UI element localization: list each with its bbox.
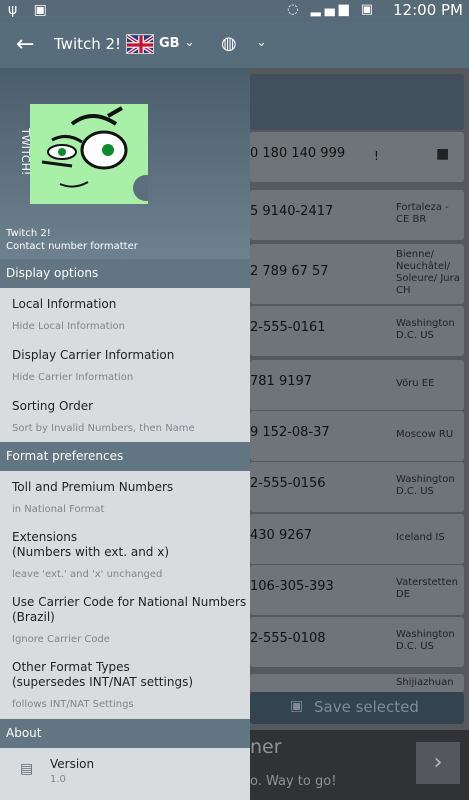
- menu-item-extensions[interactable]: Extensions (Numbers with ext. and x) lea…: [0, 523, 250, 588]
- app-logo: TWITCH!: [12, 102, 159, 204]
- phone-number: 781 9197: [250, 374, 313, 389]
- phone-number: 0 180 140 999: [250, 146, 346, 161]
- location-label: Iceland IS: [396, 532, 445, 543]
- menu-item-toll-premium[interactable]: Toll and Premium Numbers in National For…: [0, 472, 250, 523]
- chevron-down-icon[interactable]: ⌄: [256, 35, 267, 50]
- app-subtitle: Contact number formatter: [6, 241, 138, 252]
- globe-icon[interactable]: ◍: [221, 33, 237, 54]
- usb-icon: ψ ▣: [8, 2, 53, 18]
- list-item[interactable]: 0 180 140 999! ■: [250, 132, 464, 182]
- save-selected-button[interactable]: ▣ Save selected: [250, 692, 464, 724]
- phone-number: 2-555-0108: [250, 631, 326, 646]
- item-title: Sorting Order: [12, 399, 94, 413]
- chevron-right-icon[interactable]: ›: [416, 742, 460, 784]
- item-title: Toll and Premium Numbers: [12, 480, 174, 494]
- list-item[interactable]: 5 9140-2417 Fortaleza - CE BR: [250, 190, 464, 240]
- ad-banner[interactable]: ner o. Way to go! ›: [250, 730, 469, 800]
- app-title: Twitch 2!: [54, 35, 122, 53]
- location-label: Washington D.C. US: [396, 474, 455, 497]
- ad-subtext: o. Way to go!: [250, 774, 337, 789]
- phone-number: 2-555-0156: [250, 476, 326, 491]
- location-label: Moscow RU: [396, 429, 454, 440]
- app-bar: ← Twitch 2! GB ⌄ ◍ ⌄: [0, 22, 469, 68]
- drawer-header: TWITCH! Twitch 2! Contact number formatt…: [0, 68, 250, 259]
- phone-number: 2-555-0161: [250, 320, 326, 335]
- item-subtitle: in National Format: [12, 504, 105, 515]
- uk-flag-icon[interactable]: [126, 34, 154, 54]
- item-title: Other Format Types: [12, 660, 130, 674]
- save-icon: ▣: [290, 698, 304, 714]
- list-item[interactable]: 9 152-08-37 Moscow RU: [250, 411, 464, 461]
- section-format-preferences: Format preferences: [0, 442, 250, 471]
- location-label: Shijiazhuan: [396, 677, 454, 688]
- chevron-down-icon[interactable]: ⌄: [184, 35, 195, 50]
- list-item[interactable]: 2-555-0156 Washington D.C. US: [250, 462, 464, 512]
- phone-number: 2 789 67 57: [250, 264, 329, 279]
- phone-number: 106-305-393: [250, 579, 334, 594]
- item-subtitle: follows INT/NAT Settings: [12, 699, 134, 710]
- list-header: [250, 74, 464, 130]
- item-subtitle: Hide Local Information: [12, 321, 125, 332]
- item-title: Extensions: [12, 530, 78, 544]
- item-subtitle: 1.0: [50, 774, 66, 785]
- back-arrow-icon[interactable]: ←: [16, 32, 34, 57]
- item-subtitle: leave 'ext.' and 'x' unchanged: [12, 569, 163, 580]
- contact-list-background: 0 180 140 999! ■ 5 9140-2417 Fortaleza - CE…: [250, 68, 469, 800]
- item-title: Use Carrier Code for National Numbers: [12, 595, 247, 609]
- item-subtitle: Ignore Carrier Code: [12, 634, 110, 645]
- list-item[interactable]: 430 9267 Iceland IS: [250, 514, 464, 564]
- item-title-line2: (Numbers with ext. and x): [12, 545, 170, 559]
- warning-mark: !: [374, 149, 379, 163]
- ad-text: ner: [250, 736, 282, 758]
- location-label: Washington D.C. US: [396, 318, 455, 341]
- signal-icons: ◌ ▂▄▆ ▣: [287, 2, 377, 17]
- section-about: About: [0, 719, 250, 748]
- list-item[interactable]: 2-555-0108 Washington D.C. US: [250, 617, 464, 667]
- status-bar: ψ ▣ ◌ ▂▄▆ ▣ 12:00 PM: [0, 0, 469, 22]
- item-subtitle: Hide Carrier Information: [12, 372, 134, 383]
- location-label: Bienne/ Neuchâtel/ Soleure/ Jura CH: [396, 249, 460, 296]
- location-label: Fortaleza - CE BR: [396, 202, 449, 225]
- trash-icon[interactable]: ■: [436, 146, 449, 162]
- save-label: Save selected: [314, 698, 419, 716]
- location-label: Vaterstetten DE: [396, 577, 458, 600]
- app-name: Twitch 2!: [6, 228, 51, 239]
- item-title: Local Information: [12, 297, 117, 311]
- location-label: Võru EE: [396, 378, 435, 389]
- phone-number: 9 152-08-37: [250, 425, 330, 440]
- item-title-line2: (supersedes INT/NAT settings): [12, 675, 193, 689]
- item-subtitle: Sort by Invalid Numbers, then Name: [12, 423, 195, 434]
- country-code[interactable]: GB: [159, 36, 180, 51]
- clock: 12:00 PM: [393, 1, 463, 19]
- list-item[interactable]: 2-555-0161 Washington D.C. US: [250, 306, 464, 356]
- menu-item-carrier-information[interactable]: Display Carrier Information Hide Carrier…: [0, 340, 250, 391]
- menu-item-version[interactable]: ▤ Version 1.0: [0, 749, 250, 800]
- menu-item-carrier-code[interactable]: Use Carrier Code for National Numbers (B…: [0, 588, 250, 653]
- menu-item-sorting-order[interactable]: Sorting Order Sort by Invalid Numbers, t…: [0, 391, 250, 442]
- item-title: Display Carrier Information: [12, 348, 175, 362]
- phone-number: 430 9267: [250, 528, 313, 543]
- list-item[interactable]: 781 9197 Võru EE: [250, 360, 464, 410]
- list-item[interactable]: Shijiazhuan: [250, 674, 464, 692]
- phone-number: 5 9140-2417: [250, 204, 334, 219]
- item-title-line2: (Brazil): [12, 610, 55, 624]
- navigation-drawer: TWITCH! Twitch 2! Contact number formatt…: [0, 68, 250, 800]
- menu-item-local-information[interactable]: Local Information Hide Local Information: [0, 289, 250, 340]
- menu-item-other-format-types[interactable]: Other Format Types (supersedes INT/NAT s…: [0, 653, 250, 718]
- location-label: Washington D.C. US: [396, 629, 455, 652]
- section-display-options: Display options: [0, 259, 250, 288]
- list-item[interactable]: 2 789 67 57 Bienne/ Neuchâtel/ Soleure/ J…: [250, 244, 464, 304]
- version-icon: ▤: [20, 761, 34, 777]
- logo-text: TWITCH!: [19, 127, 32, 175]
- list-item[interactable]: 106-305-393 Vaterstetten DE: [250, 565, 464, 615]
- item-title: Version: [50, 757, 95, 771]
